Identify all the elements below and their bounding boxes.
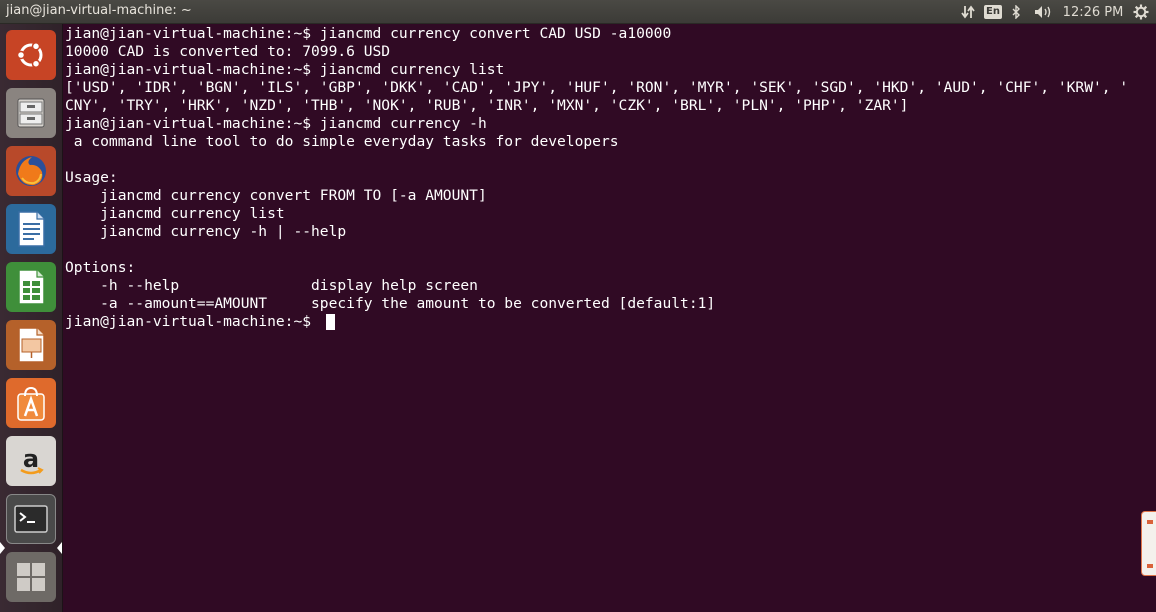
software-center-icon[interactable] [6,378,56,428]
terminal-line: Usage: [65,169,118,186]
terminal-line: a command line tool to do simple everyda… [65,133,619,150]
terminal-line: ['USD', 'IDR', 'BGN', 'ILS', 'GBP', 'DKK… [65,79,1129,96]
terminal-prompt-line: jian@jian-virtual-machine:~$ [65,313,320,330]
terminal-line: jiancmd currency convert FROM TO [-a AMO… [65,187,487,204]
terminal-line: jian@jian-virtual-machine:~$ jiancmd cur… [65,25,672,42]
terminal-output[interactable]: jian@jian-virtual-machine:~$ jiancmd cur… [65,25,1156,612]
launcher: a [0,24,63,612]
terminal-line: jian@jian-virtual-machine:~$ jiancmd cur… [65,115,487,132]
keyboard-layout-indicator[interactable]: En [982,0,1004,24]
terminal-cursor [326,314,335,330]
top-panel: jian@jian-virtual-machine: ~ En 12:26 PM [0,0,1156,24]
terminal-line: jian@jian-virtual-machine:~$ jiancmd cur… [65,61,505,78]
keyboard-layout-label: En [984,5,1002,19]
network-arrows-icon[interactable] [954,0,982,24]
launcher-running-arrow-icon [0,542,5,554]
indicator-area: En 12:26 PM [954,0,1156,24]
clock[interactable]: 12:26 PM [1060,0,1126,24]
launcher-focused-arrow-icon [57,542,62,554]
workspace-switcher-icon[interactable] [6,552,56,602]
terminal-line: -a --amount==AMOUNT specify the amount t… [65,295,716,312]
libreoffice-calc-icon[interactable] [6,262,56,312]
libreoffice-writer-icon[interactable] [6,204,56,254]
bluetooth-icon[interactable] [1004,0,1028,24]
terminal-line: -h --help display help screen [65,277,478,294]
terminal-icon[interactable] [6,494,56,544]
volume-icon[interactable] [1028,0,1060,24]
scroll-up-arrow-icon [1147,520,1153,524]
svg-text:a: a [23,445,39,473]
ubuntu-dash-icon[interactable] [6,30,56,80]
libreoffice-impress-icon[interactable] [6,320,56,370]
terminal-line: 10000 CAD is converted to: 7099.6 USD [65,43,391,60]
terminal-line: jiancmd currency list [65,205,285,222]
firefox-icon[interactable] [6,146,56,196]
terminal-line: CNY', 'TRY', 'HRK', 'NZD', 'THB', 'NOK',… [65,97,909,114]
terminal-line: Options: [65,259,136,276]
overlay-scrollbar-thumb[interactable] [1141,511,1156,576]
files-icon[interactable] [6,88,56,138]
session-gear-icon[interactable] [1126,0,1156,24]
terminal-line: jiancmd currency -h | --help [65,223,347,240]
amazon-icon[interactable]: a [6,436,56,486]
window-title: jian@jian-virtual-machine: ~ [6,3,192,18]
scroll-down-arrow-icon [1147,564,1153,568]
